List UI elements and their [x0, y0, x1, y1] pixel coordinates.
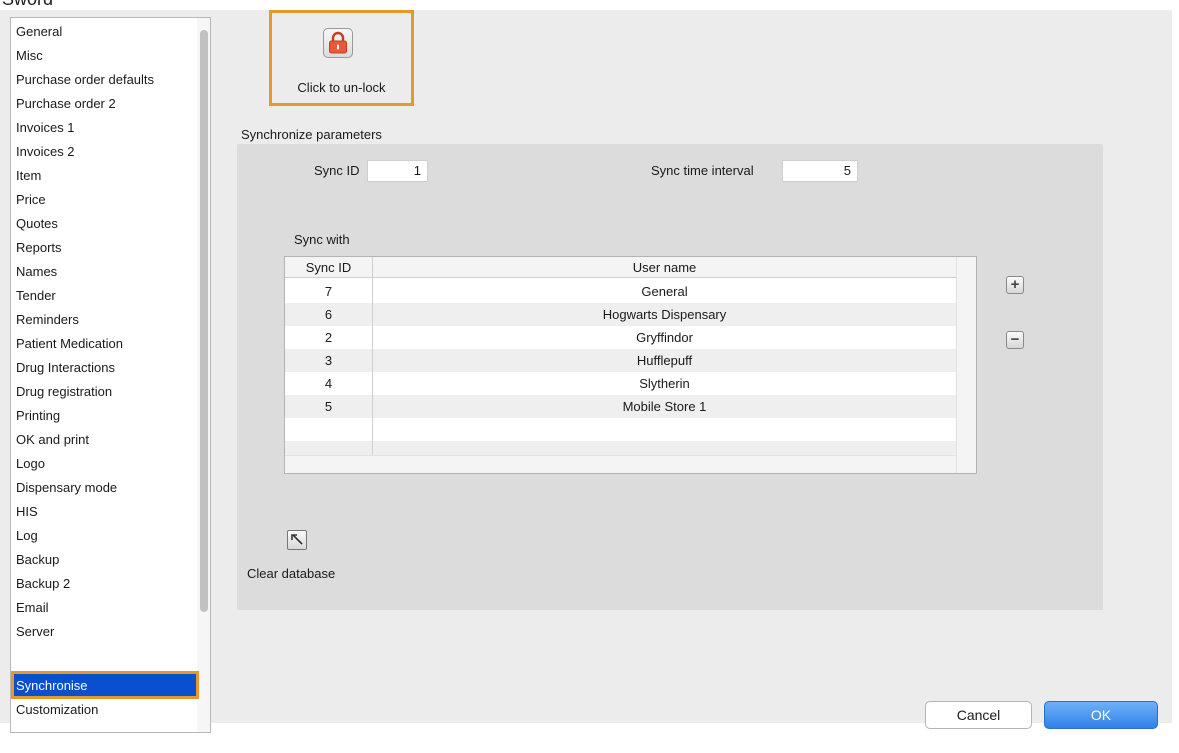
remove-sync-site-button[interactable]: −	[1006, 331, 1024, 349]
row-sync-id: 4	[324, 376, 333, 391]
sidebar-item-synchronise[interactable]: Synchronise	[13, 674, 196, 698]
row-sync-id: 3	[324, 353, 333, 368]
sidebar-item-reports[interactable]: Reports	[16, 236, 196, 260]
clear-database-button[interactable]	[287, 530, 307, 550]
plus-icon: +	[1010, 276, 1020, 293]
sidebar-item-invoices-1[interactable]: Invoices 1	[16, 116, 196, 140]
sidebar-item-tender[interactable]: Tender	[16, 284, 196, 308]
sidebar-item-dispensary-mode[interactable]: Dispensary mode	[16, 476, 196, 500]
sidebar-item-his[interactable]: HIS	[16, 500, 196, 524]
sidebar-item-names[interactable]: Names	[16, 260, 196, 284]
table-row[interactable]: 6 Hogwarts Dispensary	[285, 303, 956, 326]
clipped-title: Sword	[0, 0, 1179, 10]
table-header: Sync ID User name	[285, 257, 956, 278]
table-row-empty	[285, 418, 956, 441]
table-row[interactable]: 2 Gryffindor	[285, 326, 956, 349]
clear-database-label: Clear database	[247, 566, 336, 581]
sidebar-item-backup[interactable]: Backup	[16, 548, 196, 572]
table-row[interactable]: 3 Hufflepuff	[285, 349, 956, 372]
cancel-button[interactable]: Cancel	[925, 701, 1032, 729]
clear-database-icon	[291, 534, 303, 545]
sidebar-item-backup-2[interactable]: Backup 2	[16, 572, 196, 596]
row-sync-id: 7	[324, 284, 333, 299]
sync-parameters-heading: Synchronize parameters	[241, 127, 382, 142]
table-vertical-scrollbar[interactable]	[956, 257, 976, 473]
sidebar-item-customization[interactable]: Customization	[16, 698, 196, 722]
sync-interval-field[interactable]: 5	[782, 160, 858, 182]
sidebar-item-log[interactable]: Log	[16, 524, 196, 548]
unlock-label: Click to un-lock	[297, 80, 386, 95]
sidebar-item-quotes[interactable]: Quotes	[16, 212, 196, 236]
row-user-name: General	[641, 284, 688, 299]
sidebar-item-email[interactable]: Email	[16, 596, 196, 620]
sidebar-scroll-thumb[interactable]	[200, 30, 208, 612]
preferences-sidebar: General Misc Purchase order defaults Pur…	[10, 17, 211, 733]
sync-with-heading: Sync with	[294, 232, 350, 247]
row-user-name: Slytherin	[639, 376, 690, 391]
sidebar-item-general[interactable]: General	[16, 20, 196, 44]
row-user-name: Gryffindor	[636, 330, 693, 345]
unlock-highlight: Click to un-lock	[269, 10, 414, 106]
sidebar-item-price[interactable]: Price	[16, 188, 196, 212]
row-user-name: Hufflepuff	[636, 353, 693, 368]
add-sync-site-button[interactable]: +	[1006, 276, 1024, 294]
sidebar-item-purchase-order-defaults[interactable]: Purchase order defaults	[16, 68, 196, 92]
sidebar-item-logo[interactable]: Logo	[16, 452, 196, 476]
table-row[interactable]: 7 General	[285, 280, 956, 303]
row-sync-id: 2	[324, 330, 333, 345]
sidebar-item-misc[interactable]: Misc	[16, 44, 196, 68]
sidebar-item-drug-registration[interactable]: Drug registration	[16, 380, 196, 404]
ok-button[interactable]: OK	[1044, 701, 1158, 729]
sidebar-item-patient-medication[interactable]: Patient Medication	[16, 332, 196, 356]
sidebar-item-item[interactable]: Item	[16, 164, 196, 188]
sidebar-scrollbar[interactable]	[197, 18, 210, 732]
sidebar-item-invoices-2[interactable]: Invoices 2	[16, 140, 196, 164]
column-divider	[372, 257, 373, 473]
table-horizontal-scrollbar[interactable]	[285, 455, 956, 473]
table-row[interactable]: 4 Slytherin	[285, 372, 956, 395]
column-header-user-name[interactable]: User name	[373, 257, 956, 278]
row-user-name: Mobile Store 1	[622, 399, 707, 414]
sidebar-item-drug-interactions[interactable]: Drug Interactions	[16, 356, 196, 380]
row-sync-id: 6	[324, 307, 333, 322]
row-user-name: Hogwarts Dispensary	[602, 307, 727, 322]
sidebar-item-server[interactable]: Server	[16, 620, 196, 644]
minus-icon: −	[1010, 331, 1020, 348]
padlock-icon	[329, 31, 347, 54]
row-sync-id: 5	[324, 399, 333, 414]
unlock-button[interactable]	[323, 28, 353, 58]
column-header-sync-id[interactable]: Sync ID	[285, 257, 372, 278]
sidebar-item-ok-and-print[interactable]: OK and print	[16, 428, 196, 452]
sync-id-field[interactable]: 1	[367, 160, 428, 182]
sync-id-label: Sync ID	[314, 163, 360, 178]
sync-with-table: Sync ID User name 7 General 6 Hogwarts D…	[284, 256, 977, 474]
sidebar-item-reminders[interactable]: Reminders	[16, 308, 196, 332]
sidebar-item-printing[interactable]: Printing	[16, 404, 196, 428]
table-row[interactable]: 5 Mobile Store 1	[285, 395, 956, 418]
sidebar-item-purchase-order-2[interactable]: Purchase order 2	[16, 92, 196, 116]
sync-interval-label: Sync time interval	[651, 163, 754, 178]
